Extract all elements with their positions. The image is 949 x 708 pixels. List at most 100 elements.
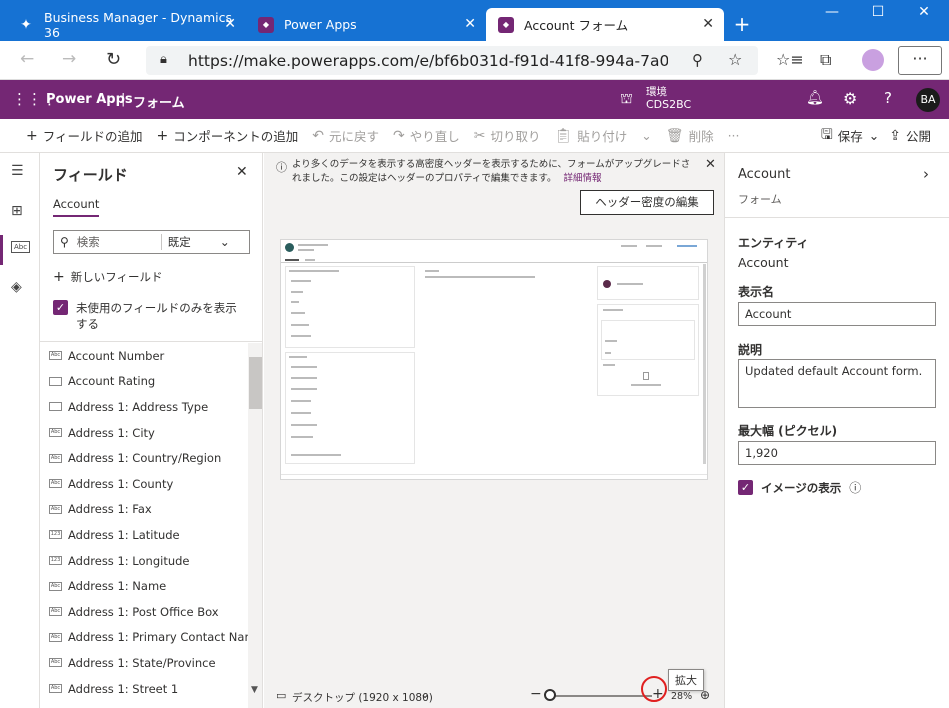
properties-title: Account — [738, 167, 791, 182]
close-icon[interactable]: ✕ — [705, 157, 716, 172]
maximize-button[interactable]: ☐ — [858, 4, 898, 20]
list-item[interactable]: 123 Address 1: Latitude — [40, 522, 248, 548]
browser-chrome: ✦ Business Manager - Dynamics 36 ✕ ◆ Pow… — [0, 0, 949, 80]
list-item[interactable]: Abc Address 1: County — [40, 471, 248, 497]
only-unused-checkbox[interactable]: ✓ 未使用のフィールドのみを表示する — [53, 300, 248, 332]
dynamics-icon: ✦ — [20, 16, 32, 33]
search-input[interactable]: ⚲ 検索 既定 ⌄ — [53, 230, 250, 254]
tab-account-form[interactable]: ◆ Account フォーム ✕ — [486, 8, 724, 41]
fields-icon[interactable]: Abc — [11, 241, 31, 253]
browser-menu-button[interactable]: ··· — [898, 46, 942, 75]
undo-icon: ↶ — [312, 127, 324, 144]
text-field-icon: Abc — [49, 504, 62, 514]
address-row: ← → ↻ 🔒︎ https://make.powerapps.com/e/bf… — [0, 41, 949, 80]
bell-icon[interactable]: 🔔︎ — [806, 90, 824, 106]
scrollbar[interactable]: ▼ — [248, 343, 262, 708]
number-field-icon: 123 — [49, 530, 62, 540]
publish-button[interactable]: ⇪ 公開 — [889, 126, 931, 145]
list-item[interactable]: Abc Address 1: Primary Contact Name — [40, 625, 262, 651]
help-icon[interactable]: ? — [884, 89, 892, 107]
fields-panel: フィールド ✕ Account ⚲ 検索 既定 ⌄ + 新しいフィールド ✓ 未使… — [40, 153, 263, 708]
zoom-icon[interactable]: ⚲ — [692, 51, 703, 69]
collections-icon[interactable]: ⧉ — [820, 50, 831, 70]
entity-value: Account — [738, 255, 789, 270]
list-item[interactable]: Abc Address 1: Street 1 — [40, 676, 248, 702]
tab-account[interactable]: Account — [53, 197, 100, 217]
edit-header-density-button[interactable]: ヘッダー密度の編集 — [580, 190, 714, 215]
list-item[interactable]: Abc Address 1: City — [40, 420, 248, 446]
more-commands-button[interactable]: ··· — [728, 128, 740, 143]
list-item[interactable]: Abc Address 1: Post Office Box — [40, 599, 248, 625]
new-tab-button[interactable]: + — [722, 12, 762, 36]
favorite-icon[interactable]: ☆ — [728, 50, 742, 69]
filter-select[interactable]: 既定 — [168, 234, 220, 250]
list-item[interactable]: Abc Address 1: Fax — [40, 497, 248, 523]
description-textarea[interactable]: Updated default Account form. — [738, 359, 936, 408]
scissors-icon: ✂ — [473, 127, 486, 144]
list-item[interactable]: Address 1: Address Type — [40, 394, 248, 420]
close-icon[interactable]: ✕ — [224, 16, 236, 32]
refresh-icon[interactable]: ↻ — [106, 49, 121, 70]
device-selector[interactable]: デスクトップ (1920 x 1080) — [292, 690, 433, 705]
close-icon[interactable]: ✕ — [702, 16, 714, 32]
list-item[interactable]: Abc Address 1: Country/Region — [40, 445, 248, 471]
scrollbar-thumb[interactable] — [249, 357, 262, 409]
add-component-button[interactable]: + コンポーネントの追加 — [157, 126, 299, 145]
text-field-icon: Abc — [49, 684, 62, 694]
zoom-level: 28% — [671, 691, 693, 702]
list-item[interactable]: Abc Account Number — [40, 343, 248, 369]
paste-button[interactable]: 📋︎ 貼り付け — [555, 126, 628, 145]
components-icon[interactable]: ⊞ — [11, 203, 23, 219]
avatar[interactable]: BA — [916, 88, 940, 112]
search-icon: ⚲ — [60, 235, 69, 249]
redo-button[interactable]: ↷ やり直し — [393, 126, 460, 145]
max-width-input[interactable]: 1,920 — [738, 441, 936, 465]
list-item[interactable]: Account Rating — [40, 369, 248, 395]
zoom-out-icon[interactable]: − — [530, 686, 542, 702]
new-field-button[interactable]: + 新しいフィールド — [53, 269, 163, 285]
powerapps-icon: ◆ — [498, 16, 514, 33]
show-image-checkbox[interactable]: ✓ イメージの表示 ⓘ — [738, 479, 861, 496]
scroll-down-icon[interactable]: ▼ — [251, 685, 258, 695]
minimize-button[interactable]: — — [812, 4, 852, 20]
chevron-right-icon[interactable]: › — [923, 165, 929, 183]
cut-button[interactable]: ✂ 切り取り — [474, 126, 541, 145]
list-item[interactable]: Abc Address 1: State/Province — [40, 650, 248, 676]
text-field-icon: Abc — [49, 428, 62, 438]
clipboard-icon: 📋︎ — [554, 127, 573, 144]
tree-view-icon[interactable]: ◈ — [11, 279, 22, 295]
environment-name[interactable]: CDS2BC — [646, 98, 691, 111]
add-field-button[interactable]: + フィールドの追加 — [26, 126, 143, 145]
address-bar[interactable]: 🔒︎ https://make.powerapps.com/e/bf6b031d… — [146, 46, 758, 75]
chevron-down-icon[interactable]: ⌄ — [420, 687, 430, 701]
properties-panel: Account › フォーム エンティティ Account 表示名 Accoun… — [724, 153, 949, 708]
close-icon[interactable]: ✕ — [236, 164, 248, 180]
close-icon[interactable]: ✕ — [464, 16, 476, 32]
zoom-slider[interactable] — [548, 695, 652, 697]
option-set-icon — [49, 376, 62, 386]
undo-button[interactable]: ↶ 元に戻す — [312, 126, 379, 145]
list-item[interactable]: 123 Address 1: Longitude — [40, 548, 248, 574]
close-window-button[interactable]: ✕ — [904, 4, 944, 20]
list-item[interactable]: Abc Address 1: Name — [40, 573, 248, 599]
text-field-icon: Abc — [49, 453, 62, 463]
profile-icon[interactable] — [862, 49, 884, 71]
form-preview[interactable] — [280, 239, 708, 480]
delete-button[interactable]: 🗑︎ 削除 — [666, 126, 714, 145]
learn-more-link[interactable]: 詳細情報 — [564, 173, 602, 184]
lock-icon: 🔒︎ — [160, 52, 167, 67]
save-button[interactable]: 🖫 保存 — [821, 124, 863, 148]
tab-business-manager[interactable]: ✦ Business Manager - Dynamics 36 ✕ — [6, 8, 246, 41]
forward-icon[interactable]: → — [62, 49, 76, 69]
display-name-input[interactable]: Account — [738, 302, 936, 326]
save-dropdown[interactable]: ⌄ — [869, 128, 879, 143]
zoom-slider-thumb[interactable] — [544, 689, 556, 701]
favorites-list-icon[interactable]: ☆≡ — [776, 50, 804, 69]
info-icon[interactable]: ⓘ — [849, 479, 861, 496]
tab-power-apps[interactable]: ◆ Power Apps ✕ — [246, 8, 486, 41]
back-icon[interactable]: ← — [20, 49, 34, 69]
text-field-icon: Abc — [49, 607, 62, 617]
gear-icon[interactable]: ⚙ — [843, 89, 857, 108]
paste-dropdown[interactable]: ⌄ — [641, 128, 651, 143]
hamburger-icon[interactable]: ☰ — [11, 163, 24, 179]
